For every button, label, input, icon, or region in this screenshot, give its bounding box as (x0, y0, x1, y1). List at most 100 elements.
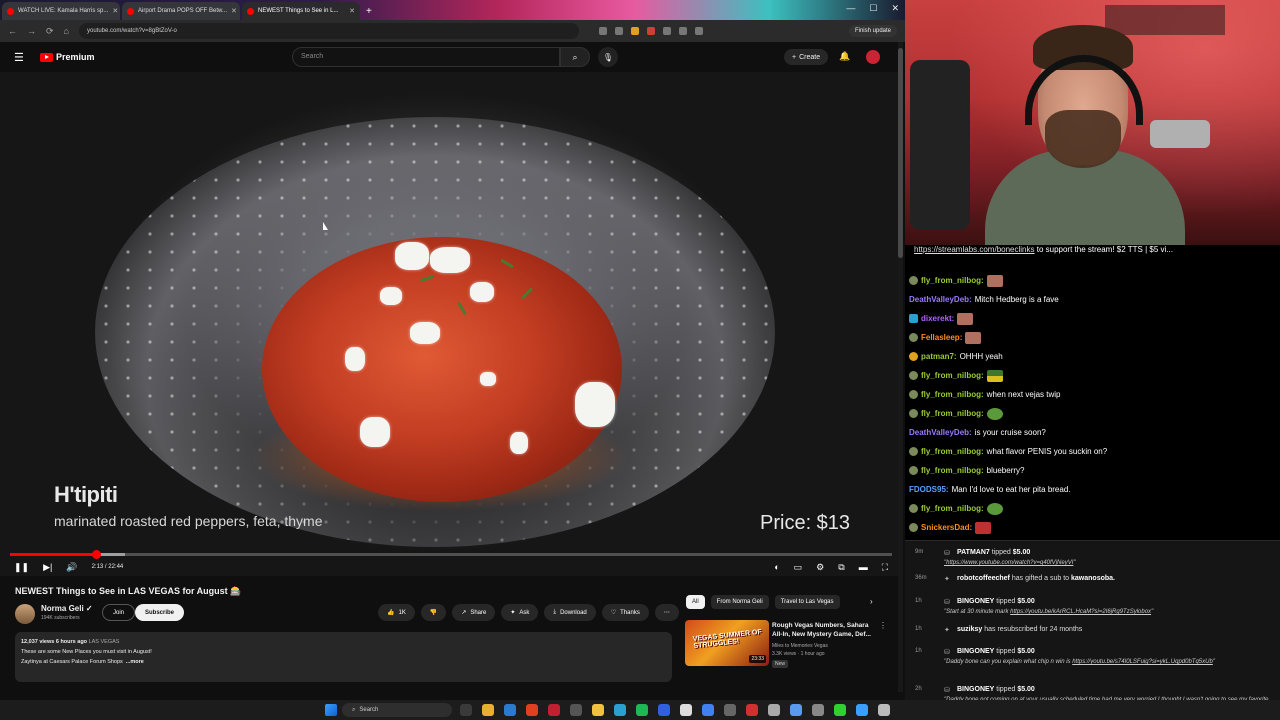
chip-travel[interactable]: Travel to Las Vegas (774, 595, 840, 609)
like-button[interactable]: 👍 1K (378, 604, 415, 621)
close-icon[interactable]: ✕ (231, 7, 237, 15)
channel-avatar[interactable] (15, 604, 35, 624)
chat-username[interactable]: fly_from_nilbog: (921, 466, 984, 475)
browser-tab-2[interactable]: Airport Drama POPS OFF Betw... ✕ (122, 2, 240, 20)
taskbar-app-icon[interactable] (658, 704, 670, 716)
taskbar-app-icon[interactable] (702, 704, 714, 716)
taskbar-app-icon[interactable] (768, 704, 780, 716)
event-user[interactable]: suziksy (957, 626, 982, 633)
minimize-icon[interactable]: — (846, 3, 855, 14)
url-field[interactable]: youtube.com/watch?v=8gBtZoV-o (78, 23, 579, 39)
video-description[interactable]: 12,037 views 6 hours ago LAS VEGAS These… (15, 632, 672, 682)
chat-username[interactable]: Fellasleep: (921, 333, 962, 342)
chat-username[interactable]: fly_from_nilbog: (921, 409, 984, 418)
taskbar-app-icon[interactable] (636, 704, 648, 716)
chip-from-channel[interactable]: From Norma Geli (710, 595, 769, 609)
forward-icon[interactable]: → (27, 26, 36, 36)
maximize-icon[interactable]: ☐ (869, 3, 877, 14)
taskbar-app-icon[interactable] (790, 704, 802, 716)
more-vertical-icon[interactable]: ⋮ (879, 621, 887, 630)
extension-icon[interactable] (678, 27, 687, 35)
extension-icon[interactable] (694, 27, 703, 35)
notifications-bell-icon[interactable]: 🔔 (839, 51, 850, 62)
taskbar-app-icon[interactable] (724, 704, 736, 716)
windows-start-icon[interactable] (325, 704, 337, 716)
taskbar-app-icon[interactable] (460, 704, 472, 716)
menu-icon[interactable]: ☰ (14, 51, 34, 64)
taskbar-app-icon[interactable] (526, 704, 538, 716)
page-scrollbar[interactable] (898, 42, 903, 692)
pause-icon[interactable]: ❚❚ (14, 562, 29, 573)
extension-icon[interactable] (662, 27, 671, 35)
autoplay-toggle-icon[interactable]: ◐ (774, 562, 779, 573)
taskbar-app-icon[interactable] (548, 704, 560, 716)
fullscreen-icon[interactable]: ⛶ (882, 562, 888, 573)
location-tag[interactable]: LAS VEGAS (89, 639, 120, 645)
event-link[interactable]: "https://www.youtube.com/watch?v=q40fVjN… (944, 560, 1073, 566)
chat-username[interactable]: DeathValleyDeb: (909, 295, 972, 304)
home-icon[interactable]: ⌂ (64, 26, 69, 36)
chat-username[interactable]: patman7: (921, 352, 957, 361)
taskbar-app-icon[interactable] (592, 704, 604, 716)
new-tab-icon[interactable]: + (366, 6, 372, 17)
taskbar-app-icon[interactable] (680, 704, 692, 716)
event-user[interactable]: PATMAN7 (957, 549, 990, 556)
taskbar-app-icon[interactable] (746, 704, 758, 716)
share-button[interactable]: ↗ Share (452, 604, 496, 621)
youtube-logo[interactable]: Premium (40, 52, 95, 62)
related-channel[interactable]: Miles to Memories Vegas (772, 642, 828, 650)
chevron-right-icon[interactable]: › (870, 597, 873, 606)
scrollbar-thumb[interactable] (898, 48, 903, 258)
extension-icon[interactable] (646, 27, 655, 35)
browser-tab-1[interactable]: WATCH LIVE: Kamala Harris sp... ✕ (2, 2, 120, 20)
subscribe-button[interactable]: Subscribe (135, 604, 185, 621)
chat-username[interactable]: fly_from_nilbog: (921, 390, 984, 399)
extension-icon[interactable] (614, 27, 623, 35)
reload-icon[interactable]: ⟳ (46, 26, 54, 37)
miniplayer-icon[interactable]: ⧉ (838, 562, 844, 573)
related-video-title[interactable]: Rough Vegas Numbers, Sahara All-In, New … (772, 621, 874, 639)
chat-username[interactable]: fly_from_nilbog: (921, 504, 984, 513)
thanks-button[interactable]: ♡ Thanks (601, 604, 649, 621)
close-window-icon[interactable]: ✕ (891, 3, 899, 14)
browser-tab-3[interactable]: NEWEST Things to See in L... ✕ (242, 2, 360, 20)
taskbar-app-icon[interactable] (504, 704, 516, 716)
voice-search-button[interactable]: 🎙 (598, 47, 618, 67)
chat-username[interactable]: SnickersDad: (921, 523, 972, 532)
extension-icon[interactable] (598, 27, 607, 35)
account-avatar[interactable] (866, 50, 880, 64)
video-progress-bar[interactable] (10, 550, 892, 559)
chat-username[interactable]: fly_from_nilbog: (921, 447, 984, 456)
related-video-thumbnail[interactable]: VEGAS SUMMER OF STRUGGLES! 23:33 (685, 620, 769, 666)
channel-name[interactable]: Norma Geli ✓ (41, 604, 93, 613)
taskbar-app-icon[interactable] (614, 704, 626, 716)
settings-gear-icon[interactable]: ⚙ (816, 562, 824, 573)
next-icon[interactable]: ▶| (43, 562, 52, 573)
event-user[interactable]: BINGONEY (957, 598, 994, 605)
finish-update-button[interactable]: Finish update (848, 25, 897, 37)
more-actions-button[interactable]: ⋯ (654, 604, 679, 621)
event-user[interactable]: BINGONEY (957, 648, 994, 655)
close-icon[interactable]: ✕ (112, 7, 118, 15)
taskbar-app-icon[interactable] (482, 704, 494, 716)
ask-button[interactable]: ✦ Ask (501, 604, 539, 621)
back-icon[interactable]: ← (8, 26, 17, 36)
show-more-button[interactable]: ...more (126, 659, 144, 665)
search-button[interactable]: ⌕ (560, 47, 590, 67)
event-user[interactable]: robotcoffeechef (957, 575, 1010, 582)
video-player[interactable]: H'tipiti marinated roasted red peppers, … (0, 72, 902, 576)
streamlabs-link[interactable]: https://streamlabs.com/boneclinks (914, 245, 1035, 254)
taskbar-app-icon[interactable] (834, 704, 846, 716)
join-button[interactable]: Join (102, 604, 136, 621)
chat-username[interactable]: FDODS95: (909, 485, 949, 494)
taskbar-app-icon[interactable] (570, 704, 582, 716)
chip-all[interactable]: All (686, 595, 705, 609)
event-link[interactable]: https://youtu.be/kArRCL.HcaM?si=2I6jRg9T… (1010, 609, 1151, 615)
volume-icon[interactable]: 🔊 (66, 562, 77, 573)
chat-username[interactable]: fly_from_nilbog: (921, 371, 984, 380)
create-button[interactable]: + Create (784, 49, 829, 65)
theater-mode-icon[interactable]: ▬ (859, 562, 868, 573)
chat-username[interactable]: DeathValleyDeb: (909, 428, 972, 437)
taskbar-search[interactable]: ⌕ Search (342, 703, 452, 717)
chat-username[interactable]: dixerekt: (921, 314, 954, 323)
